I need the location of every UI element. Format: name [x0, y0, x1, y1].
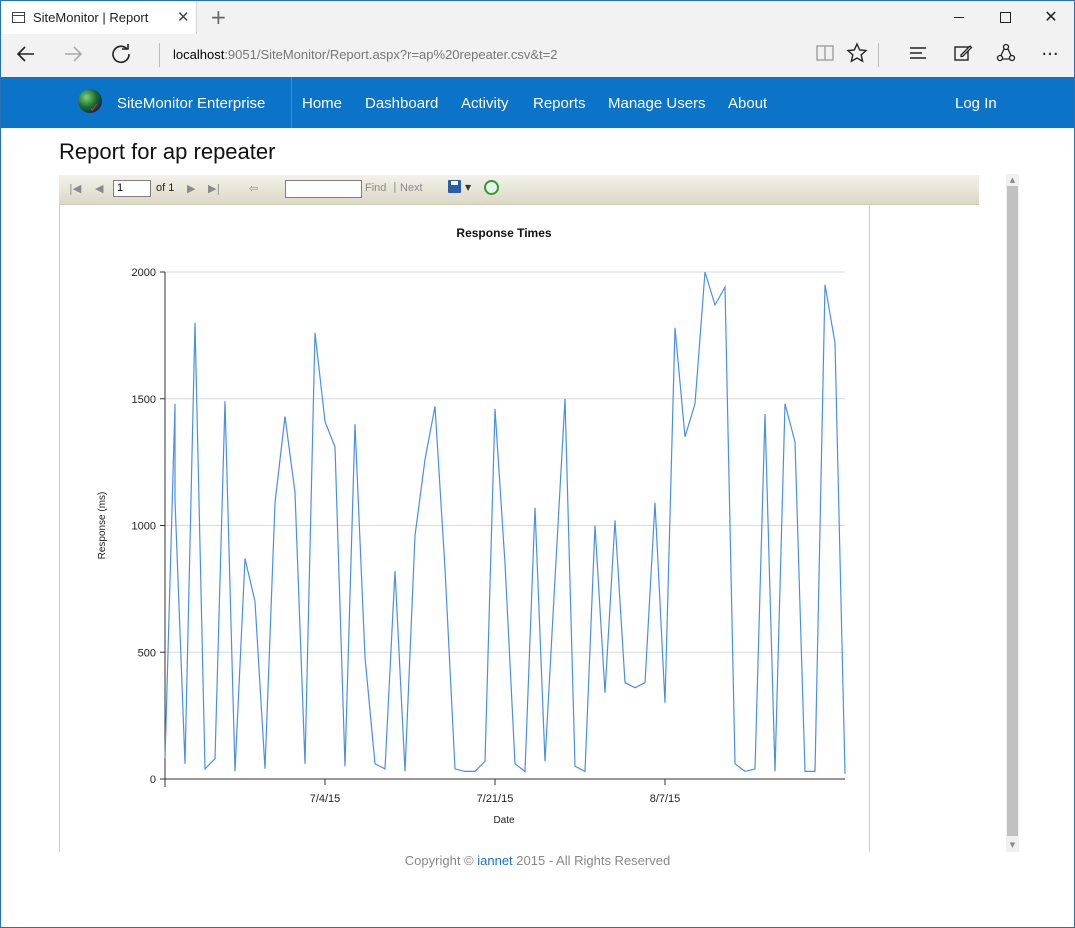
- y-tick-label: 2000: [132, 267, 156, 279]
- tab-title: SiteMonitor | Report: [33, 10, 149, 25]
- nav-home[interactable]: Home: [302, 95, 342, 112]
- tab-close-icon[interactable]: ✕: [177, 8, 190, 26]
- more-icon[interactable]: ···: [1036, 42, 1064, 68]
- nav-manage-users[interactable]: Manage Users: [608, 95, 706, 112]
- export-save-icon[interactable]: [448, 180, 461, 193]
- page-icon: [12, 12, 25, 23]
- iannet-link[interactable]: iannet: [477, 853, 512, 868]
- report-scrollbar[interactable]: ▲ ▼: [1006, 174, 1019, 852]
- nav-dashboard[interactable]: Dashboard: [365, 95, 438, 112]
- y-tick-label: 1000: [132, 521, 156, 533]
- report-frame: Response Times 0 500 1000 1500 2000 7/4/15 7/21…: [59, 205, 870, 852]
- x-tick-label: 7/21/15: [477, 793, 514, 805]
- scrollbar-thumb[interactable]: [1007, 186, 1018, 836]
- scroll-up-icon[interactable]: ▲: [1007, 175, 1018, 185]
- find-link[interactable]: Find: [365, 182, 386, 194]
- copyright-prefix: Copyright ©: [404, 853, 478, 868]
- web-note-icon[interactable]: [949, 42, 977, 68]
- find-separator: |: [393, 180, 397, 193]
- address-bar-row: localhost:9051/SiteMonitor/Report.aspx?r…: [1, 34, 1074, 77]
- x-axis-label: Date: [493, 815, 515, 826]
- address-divider: [159, 43, 160, 67]
- url-path: :9051/SiteMonitor/Report.aspx?r=ap%20rep…: [224, 47, 558, 62]
- browser-tab[interactable]: SiteMonitor | Report ✕: [1, 1, 197, 34]
- forward-icon[interactable]: [59, 42, 87, 68]
- check-mark-icon: ✓: [89, 101, 100, 116]
- scroll-down-icon[interactable]: ▼: [1007, 840, 1018, 850]
- find-text-input[interactable]: [285, 180, 362, 198]
- report-viewer-toolbar: |◀ ◀ 1 of 1 ▶ ▶| ⇦ Find | Next ▼: [59, 175, 979, 205]
- back-icon[interactable]: [12, 42, 40, 68]
- y-tick-label: 0: [150, 774, 156, 786]
- next-link[interactable]: Next: [400, 182, 423, 194]
- minimize-button[interactable]: [936, 1, 982, 34]
- maximize-button[interactable]: [982, 1, 1028, 34]
- page-title: Report for ap repeater: [59, 139, 276, 164]
- favorite-star-icon[interactable]: [843, 42, 871, 68]
- nav-activity[interactable]: Activity: [461, 95, 509, 112]
- url-host: localhost: [173, 47, 225, 62]
- browser-window: SiteMonitor | Report ✕ + ✕ localhost:905…: [0, 0, 1075, 928]
- last-page-icon[interactable]: ▶|: [208, 182, 220, 196]
- reading-view-icon[interactable]: [811, 42, 839, 68]
- x-tick-label: 7/4/15: [310, 793, 341, 805]
- back-to-parent-icon[interactable]: ⇦: [249, 182, 258, 196]
- share-icon[interactable]: [992, 42, 1020, 68]
- refresh-icon[interactable]: [107, 42, 135, 68]
- url-field[interactable]: localhost:9051/SiteMonitor/Report.aspx?r…: [173, 47, 557, 62]
- response-time-series-line: [164, 271, 846, 774]
- page-number-input[interactable]: 1: [113, 180, 151, 197]
- login-link[interactable]: Log In: [955, 95, 997, 112]
- export-dropdown-icon[interactable]: ▼: [465, 183, 471, 192]
- copyright-suffix: 2015 - All Rights Reserved: [512, 853, 671, 868]
- next-page-icon[interactable]: ▶: [187, 182, 195, 196]
- previous-page-icon[interactable]: ◀: [95, 182, 103, 196]
- header-divider: [291, 77, 292, 128]
- x-tick-label: 8/7/15: [650, 793, 681, 805]
- page-count-label: of 1: [156, 182, 175, 194]
- close-window-button[interactable]: ✕: [1028, 1, 1074, 34]
- title-bar: SiteMonitor | Report ✕ + ✕: [1, 1, 1074, 34]
- y-tick-label: 500: [138, 647, 156, 659]
- refresh-report-icon[interactable]: [484, 180, 499, 195]
- toolbar-divider: [878, 43, 879, 67]
- footer: Copyright © iannet 2015 - All Rights Res…: [1, 853, 1074, 868]
- hub-icon[interactable]: [904, 42, 932, 68]
- y-tick-label: 1500: [132, 394, 156, 406]
- y-axis-label: Response (ms): [97, 492, 108, 560]
- nav-reports[interactable]: Reports: [533, 95, 586, 112]
- nav-about[interactable]: About: [728, 95, 767, 112]
- brand-link[interactable]: SiteMonitor Enterprise: [117, 95, 265, 112]
- response-times-chart: Response Times 0 500 1000 1500 2000 7/4/15 7/21…: [97, 226, 846, 826]
- site-header: ✓ SiteMonitor Enterprise Home Dashboard …: [1, 77, 1074, 128]
- chart-title: Response Times: [456, 226, 551, 240]
- first-page-icon[interactable]: |◀: [69, 182, 81, 196]
- new-tab-icon[interactable]: +: [210, 5, 227, 29]
